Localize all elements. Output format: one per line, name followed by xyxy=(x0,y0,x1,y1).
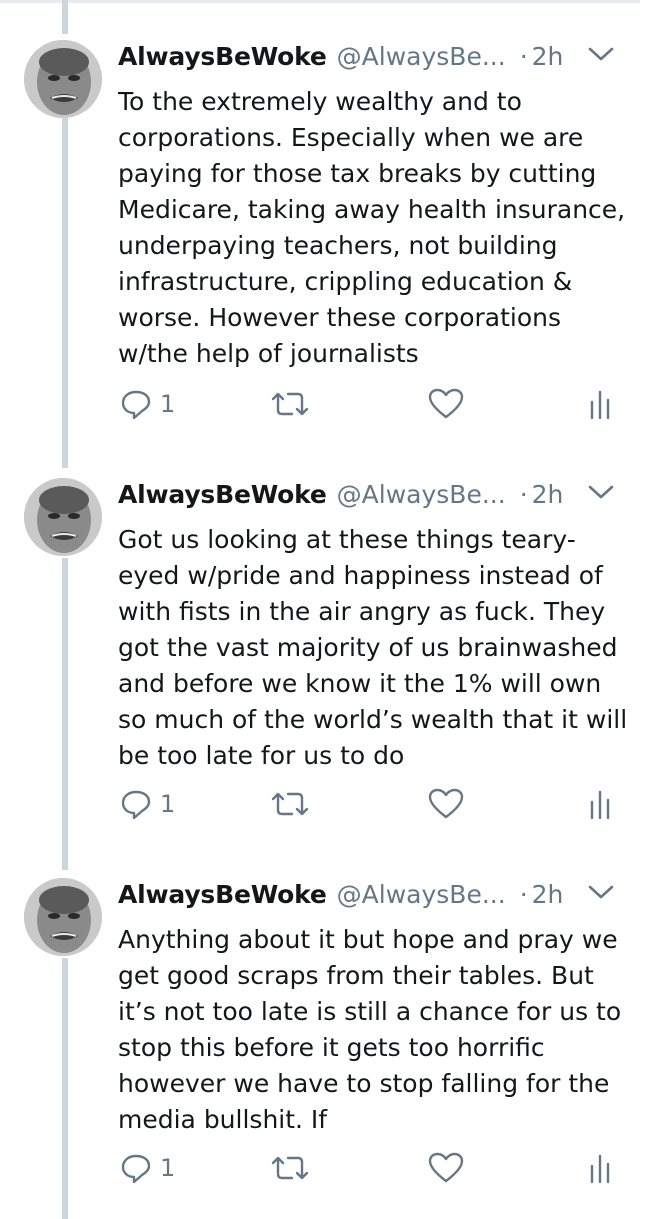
tweet[interactable]: AlwaysBeWoke @AlwaysBe... · 2h To the ex… xyxy=(0,40,648,430)
timestamp[interactable]: 2h xyxy=(532,878,564,912)
like-button[interactable] xyxy=(428,784,464,824)
analytics-icon xyxy=(588,1152,612,1184)
analytics-icon xyxy=(588,388,612,420)
tweet-text: To the extremely wealthy and to corporat… xyxy=(118,87,626,368)
avatar[interactable] xyxy=(24,478,102,556)
retweet-icon xyxy=(270,1152,310,1184)
avatar-image xyxy=(24,478,102,556)
like-icon xyxy=(428,1152,464,1184)
action-bar: 1 xyxy=(118,1148,628,1188)
tweet-header: AlwaysBeWoke @AlwaysBe... · 2h xyxy=(118,40,563,74)
reply-button[interactable]: 1 xyxy=(120,784,175,824)
tweet-header: AlwaysBeWoke @AlwaysBe... · 2h xyxy=(118,878,563,912)
reply-icon xyxy=(120,788,152,820)
author-handle[interactable]: @AlwaysBe... xyxy=(337,478,506,512)
analytics-button[interactable] xyxy=(588,784,612,824)
tweet-header: AlwaysBeWoke @AlwaysBe... · 2h xyxy=(118,478,563,512)
author-name[interactable]: AlwaysBeWoke xyxy=(118,878,327,912)
chevron-down-icon[interactable] xyxy=(586,44,616,64)
retweet-icon xyxy=(270,788,310,820)
reply-count: 1 xyxy=(160,790,176,818)
tweet[interactable]: AlwaysBeWoke @AlwaysBe... · 2h Anything … xyxy=(0,878,648,1219)
like-icon xyxy=(428,388,464,420)
chevron-down-icon[interactable] xyxy=(586,482,616,502)
retweet-button[interactable] xyxy=(270,384,310,424)
analytics-icon xyxy=(588,788,612,820)
timestamp[interactable]: 2h xyxy=(532,478,564,512)
reply-icon xyxy=(120,1152,152,1184)
author-handle[interactable]: @AlwaysBe... xyxy=(337,878,506,912)
reply-count: 1 xyxy=(160,390,176,418)
thread-line xyxy=(62,0,68,34)
separator: · xyxy=(519,480,528,509)
author-handle[interactable]: @AlwaysBe... xyxy=(337,40,506,74)
chevron-down-icon[interactable] xyxy=(586,882,616,902)
reply-icon xyxy=(120,388,152,420)
retweet-button[interactable] xyxy=(270,1148,310,1188)
action-bar: 1 xyxy=(118,784,628,824)
avatar-image xyxy=(24,40,102,118)
like-icon xyxy=(428,788,464,820)
action-bar: 1 xyxy=(118,384,628,424)
tweet[interactable]: AlwaysBeWoke @AlwaysBe... · 2h Got us lo… xyxy=(0,478,648,868)
reply-button[interactable]: 1 xyxy=(120,1148,175,1188)
tweet-text: Anything about it but hope and pray we g… xyxy=(118,925,622,1134)
author-name[interactable]: AlwaysBeWoke xyxy=(118,478,327,512)
like-button[interactable] xyxy=(428,1148,464,1188)
top-divider xyxy=(0,0,640,3)
analytics-button[interactable] xyxy=(588,1148,612,1188)
avatar-image xyxy=(24,878,102,956)
avatar[interactable] xyxy=(24,878,102,956)
retweet-icon xyxy=(270,388,310,420)
analytics-button[interactable] xyxy=(588,384,612,424)
timestamp[interactable]: 2h xyxy=(532,40,564,74)
separator: · xyxy=(519,42,528,71)
tweet-text: Got us looking at these things teary- ey… xyxy=(118,525,628,770)
retweet-button[interactable] xyxy=(270,784,310,824)
like-button[interactable] xyxy=(428,384,464,424)
reply-count: 1 xyxy=(160,1154,176,1182)
reply-button[interactable]: 1 xyxy=(120,384,175,424)
separator: · xyxy=(519,880,528,909)
avatar[interactable] xyxy=(24,40,102,118)
author-name[interactable]: AlwaysBeWoke xyxy=(118,40,327,74)
